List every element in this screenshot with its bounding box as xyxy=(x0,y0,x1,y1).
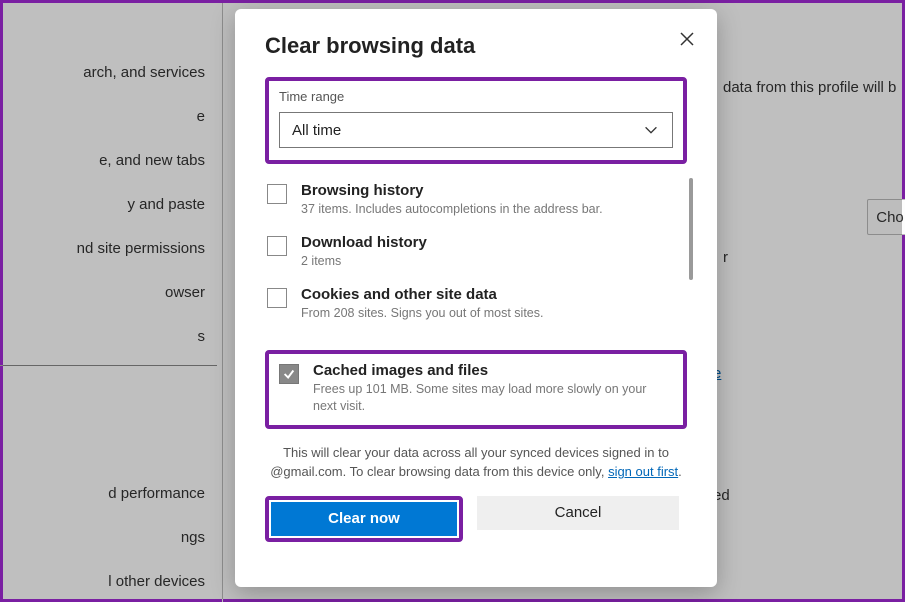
checkbox-download-history[interactable] xyxy=(267,236,287,256)
dialog-title: Clear browsing data xyxy=(265,33,687,59)
row-title: Cached images and files xyxy=(313,362,673,379)
sign-out-link[interactable]: sign out first xyxy=(608,464,678,479)
data-type-list: Browsing history 37 items. Includes auto… xyxy=(265,174,687,344)
row-subtitle: 37 items. Includes autocompletions in th… xyxy=(301,201,603,218)
close-button[interactable] xyxy=(675,27,699,51)
checkbox-cached-images[interactable] xyxy=(279,364,299,384)
cancel-button[interactable]: Cancel xyxy=(477,496,679,530)
data-type-row: Download history 2 items xyxy=(265,226,687,278)
row-title: Download history xyxy=(301,234,427,251)
clear-now-button[interactable]: Clear now xyxy=(271,502,457,536)
data-type-row: Cached images and files Frees up 101 MB.… xyxy=(279,362,673,415)
row-title: Cookies and other site data xyxy=(301,286,543,303)
sync-note: This will clear your data across all you… xyxy=(265,443,687,482)
row-title: Browsing history xyxy=(301,182,603,199)
time-range-label: Time range xyxy=(279,89,673,104)
data-type-row: Browsing history 37 items. Includes auto… xyxy=(265,174,687,226)
chevron-down-icon xyxy=(642,121,660,139)
row-subtitle: Frees up 101 MB. Some sites may load mor… xyxy=(313,381,673,415)
clear-now-highlight: Clear now xyxy=(265,496,463,542)
checkbox-cookies[interactable] xyxy=(267,288,287,308)
row-subtitle: From 208 sites. Signs you out of most si… xyxy=(301,305,543,322)
row-subtitle: 2 items xyxy=(301,253,427,270)
cached-images-highlight: Cached images and files Frees up 101 MB.… xyxy=(265,350,687,429)
time-range-value: All time xyxy=(292,122,341,139)
time-range-select[interactable]: All time xyxy=(279,112,673,148)
close-icon xyxy=(679,31,695,47)
data-type-row: Cookies and other site data From 208 sit… xyxy=(265,278,687,330)
check-icon xyxy=(282,367,296,381)
dialog-buttons: Clear now Cancel xyxy=(265,496,687,542)
scrollbar[interactable] xyxy=(689,178,693,280)
time-range-section: Time range All time xyxy=(265,77,687,164)
clear-browsing-data-dialog: Clear browsing data Time range All time … xyxy=(235,9,717,587)
checkbox-browsing-history[interactable] xyxy=(267,184,287,204)
